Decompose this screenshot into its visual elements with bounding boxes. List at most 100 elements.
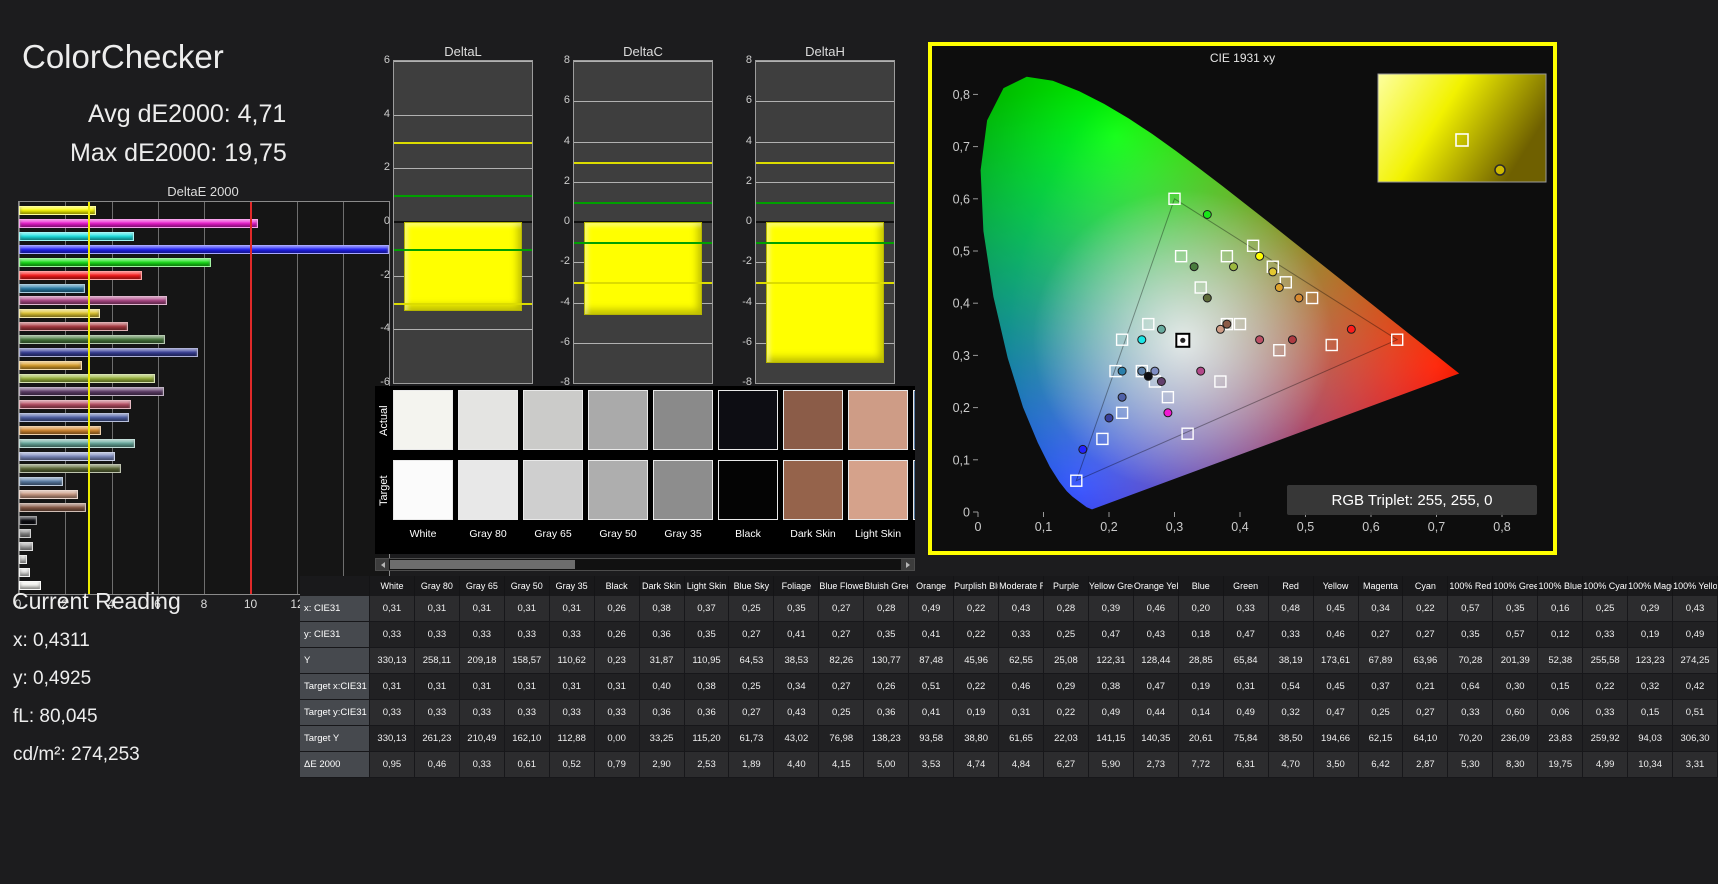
table-cell: 70,20 bbox=[1448, 726, 1494, 752]
measured-marker bbox=[1202, 293, 1212, 303]
axis-tick-label: 0 bbox=[563, 215, 570, 227]
table-cell: 0,27 bbox=[819, 674, 865, 700]
table-cell: 0,49 bbox=[1223, 700, 1269, 726]
column-header: 100% Yellow bbox=[1673, 576, 1718, 596]
actual-swatch[interactable] bbox=[393, 390, 453, 450]
measured-marker bbox=[1156, 377, 1166, 386]
target-swatch[interactable] bbox=[783, 460, 843, 520]
axis-tick-label: 0,6 bbox=[1362, 520, 1379, 534]
bar-row bbox=[19, 490, 389, 500]
column-header: 100% Red bbox=[1448, 576, 1494, 596]
measured-marker bbox=[1274, 283, 1284, 292]
bar-row bbox=[19, 335, 389, 345]
actual-swatch[interactable] bbox=[913, 390, 915, 450]
table-cell: 0,43 bbox=[774, 700, 820, 726]
axis-tick-label: 4 bbox=[745, 134, 752, 147]
table-cell: 45,96 bbox=[954, 648, 1000, 674]
table-cell: 0,14 bbox=[1178, 700, 1224, 726]
table-cell: 28,85 bbox=[1178, 648, 1224, 674]
table-cell: 112,88 bbox=[549, 726, 595, 752]
axis-tick-label: 0,8 bbox=[953, 88, 970, 102]
bar-row bbox=[19, 541, 389, 551]
deltae-bar bbox=[19, 270, 142, 280]
table-cell: 0,28 bbox=[1044, 596, 1089, 622]
measured-marker bbox=[1163, 408, 1173, 418]
delta-bar bbox=[584, 222, 702, 315]
target-swatch[interactable] bbox=[523, 460, 583, 520]
table-cell: 4,15 bbox=[819, 752, 865, 778]
table-cell: 38,50 bbox=[1268, 726, 1314, 752]
rgb-triplet-label: RGB Triplet: 255, 255, 0 bbox=[1287, 485, 1537, 515]
table-cell: 3,50 bbox=[1313, 752, 1359, 778]
actual-swatch[interactable] bbox=[653, 390, 713, 450]
scroll-right-arrow-icon bbox=[905, 561, 910, 568]
table-cell: 0,29 bbox=[1044, 674, 1089, 700]
measured-marker bbox=[1150, 366, 1160, 376]
measured-marker bbox=[1255, 335, 1265, 345]
row-label: Target Y bbox=[300, 726, 370, 752]
deltae-bar bbox=[19, 206, 96, 215]
gridline bbox=[394, 61, 532, 62]
table-cell: 0,22 bbox=[954, 622, 1000, 648]
table-cell: 0,33 bbox=[549, 622, 595, 648]
actual-swatch[interactable] bbox=[848, 390, 908, 450]
measured-marker bbox=[1117, 392, 1127, 402]
actual-swatch[interactable] bbox=[783, 390, 843, 450]
axis-tick-label: 0,1 bbox=[953, 453, 970, 467]
target-swatch[interactable] bbox=[458, 460, 518, 520]
table-cell: 0,46 bbox=[1313, 622, 1359, 648]
swatch-name: Dark Skin bbox=[790, 528, 836, 540]
table-cell: 0,31 bbox=[370, 596, 415, 622]
bar-row bbox=[19, 425, 389, 435]
table-cell: 122,31 bbox=[1088, 648, 1134, 674]
table-cell: 0,33 bbox=[370, 622, 415, 648]
actual-swatch[interactable] bbox=[588, 390, 648, 450]
actual-swatch[interactable] bbox=[718, 390, 778, 450]
swatch-scrollbar[interactable] bbox=[375, 558, 915, 571]
measured-marker bbox=[1156, 324, 1166, 334]
swatch-name: Blue Sky bbox=[907, 528, 915, 540]
table-cell: 0,37 bbox=[1358, 674, 1404, 700]
scrollbar-thumb[interactable] bbox=[390, 560, 575, 569]
table-cell: 0,32 bbox=[1628, 674, 1674, 700]
target-swatch[interactable] bbox=[653, 460, 713, 520]
swatch-name: White bbox=[409, 528, 437, 540]
table-cell: 158,57 bbox=[504, 648, 550, 674]
table-cell: 0,27 bbox=[819, 622, 865, 648]
actual-swatch[interactable] bbox=[458, 390, 518, 450]
reading-fl: fL: 80,045 bbox=[13, 706, 98, 727]
axis-tick-label: 0,5 bbox=[1297, 520, 1314, 534]
bar-row bbox=[19, 399, 389, 409]
table-cell: 0,35 bbox=[1448, 622, 1494, 648]
axis-tick-label: -6 bbox=[742, 335, 752, 348]
target-swatch[interactable] bbox=[588, 460, 648, 520]
target-swatch[interactable] bbox=[393, 460, 453, 520]
table-cell: 0,21 bbox=[1403, 674, 1449, 700]
actual-swatch[interactable] bbox=[523, 390, 583, 450]
axis-tick-label: -4 bbox=[742, 295, 752, 308]
column-header: Orange bbox=[909, 576, 955, 596]
column-header: Blue bbox=[1178, 576, 1224, 596]
target-swatch[interactable] bbox=[913, 460, 915, 520]
measured-marker bbox=[1287, 335, 1297, 345]
measured-marker bbox=[1294, 293, 1304, 303]
axis-tick-label: -2 bbox=[742, 255, 752, 268]
bar-row bbox=[19, 477, 389, 487]
table-cell: 0,19 bbox=[1178, 674, 1224, 700]
target-swatch[interactable] bbox=[718, 460, 778, 520]
table-cell: 0,12 bbox=[1538, 622, 1584, 648]
column-header: Gray 50 bbox=[504, 576, 550, 596]
measured-marker bbox=[1215, 324, 1225, 334]
gridline bbox=[394, 168, 532, 170]
deltae-bar bbox=[19, 296, 168, 306]
gridline bbox=[574, 101, 712, 103]
gamut-zoom-inset bbox=[1377, 73, 1547, 183]
axis-tick-label: 0,2 bbox=[1100, 520, 1117, 534]
axis-tick-label: -6 bbox=[560, 335, 570, 348]
table-cell: 0,57 bbox=[1448, 596, 1494, 622]
deltae-bar bbox=[19, 218, 259, 228]
deltae-bar bbox=[19, 541, 34, 551]
scroll-right-button[interactable] bbox=[901, 559, 914, 570]
deltae-bar bbox=[19, 477, 63, 487]
target-swatch[interactable] bbox=[848, 460, 908, 520]
